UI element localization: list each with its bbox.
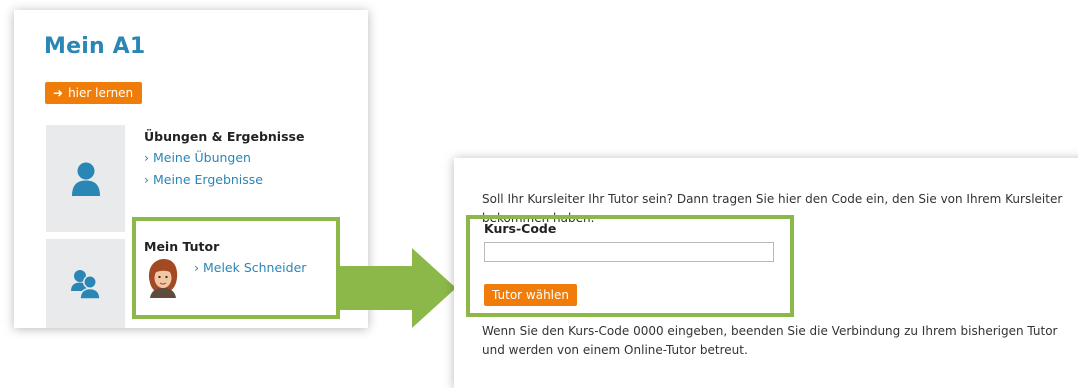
- exercises-heading: Übungen & Ergebnisse: [144, 129, 305, 144]
- arrow-right-icon: ➜: [53, 86, 64, 100]
- learn-here-button[interactable]: ➜ hier lernen: [45, 82, 143, 104]
- my-results-link[interactable]: › Meine Ergebnisse: [144, 172, 263, 187]
- my-exercises-link[interactable]: › Meine Übungen: [144, 150, 251, 165]
- footer-text: Wenn Sie den Kurs-Code 0000 eingeben, be…: [482, 324, 1058, 357]
- tutor-highlight-frame: [132, 217, 340, 319]
- learn-here-label: hier lernen: [68, 86, 134, 100]
- code-highlight-frame: [466, 215, 794, 317]
- exercises-icon-tile: [46, 125, 125, 232]
- tutor-code-panel: Soll Ihr Kursleiter Ihr Tutor sein? Dann…: [454, 158, 1078, 388]
- my-a1-panel: Mein A1 ➜ hier lernen Übungen & Ergebnis…: [14, 10, 368, 328]
- person-icon: [71, 162, 100, 196]
- group-icon: [70, 270, 101, 299]
- tutor-icon-tile: [46, 239, 125, 328]
- arrow-right-icon: [338, 248, 456, 328]
- page-title: Mein A1: [44, 34, 146, 59]
